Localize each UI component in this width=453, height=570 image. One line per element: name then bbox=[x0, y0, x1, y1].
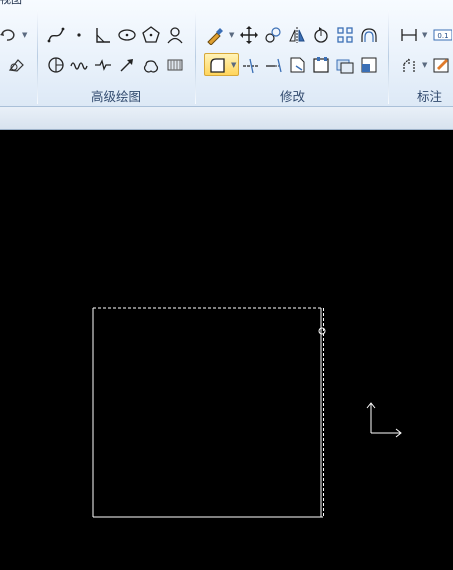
explode-icon[interactable] bbox=[334, 54, 356, 76]
array-icon[interactable] bbox=[334, 24, 356, 46]
copy-objects-icon[interactable] bbox=[262, 24, 284, 46]
chevron-down-icon[interactable]: ▼ bbox=[231, 61, 236, 69]
text-edit-icon[interactable] bbox=[431, 54, 453, 76]
group-label-modify: 修改 bbox=[280, 89, 306, 104]
fillet-icon[interactable] bbox=[206, 54, 228, 76]
shape-erase-icon[interactable] bbox=[5, 54, 27, 76]
point-icon[interactable] bbox=[68, 24, 90, 46]
offset-icon[interactable] bbox=[358, 24, 380, 46]
chevron-down-icon[interactable]: ▼ bbox=[229, 31, 234, 39]
spline-icon[interactable] bbox=[45, 24, 67, 46]
scale-icon[interactable] bbox=[310, 54, 332, 76]
polygon-icon[interactable] bbox=[140, 24, 162, 46]
group-separator bbox=[388, 10, 389, 104]
drawn-rectangle[interactable] bbox=[92, 307, 326, 518]
midpoint-grip-icon bbox=[318, 327, 326, 335]
group-separator bbox=[37, 10, 38, 104]
undo-icon[interactable] bbox=[0, 24, 20, 46]
canvas-svg bbox=[92, 307, 402, 518]
ribbon-bottom-bar bbox=[0, 107, 453, 130]
chevron-down-icon[interactable]: ▼ bbox=[22, 31, 27, 39]
mirror-icon[interactable] bbox=[286, 24, 308, 46]
angle-icon[interactable] bbox=[92, 24, 114, 46]
ribbon: 视图 ▼ 高级绘图 bbox=[0, 0, 453, 107]
stretch-icon[interactable] bbox=[286, 54, 308, 76]
arrow-icon[interactable] bbox=[116, 54, 138, 76]
circle-segment-icon[interactable] bbox=[45, 54, 67, 76]
extend-icon[interactable] bbox=[263, 54, 285, 76]
tolerance-icon[interactable]: 0.1 bbox=[431, 24, 453, 46]
drawing-canvas[interactable] bbox=[0, 130, 453, 570]
ucs-axis-icon bbox=[366, 402, 402, 438]
rotate-icon[interactable] bbox=[310, 24, 332, 46]
group-label-annotate: 标注 bbox=[417, 89, 443, 104]
move-icon[interactable] bbox=[238, 24, 260, 46]
match-properties-icon[interactable] bbox=[204, 24, 226, 46]
hatch-block-icon[interactable] bbox=[164, 54, 186, 76]
draw-order-icon[interactable] bbox=[358, 54, 380, 76]
group-label-advanced-draw: 高级绘图 bbox=[91, 89, 142, 104]
linear-dimension-icon[interactable] bbox=[398, 24, 420, 46]
chevron-down-icon[interactable]: ▼ bbox=[422, 61, 427, 69]
cloud-line-icon[interactable] bbox=[140, 54, 162, 76]
wave-icon[interactable] bbox=[68, 54, 90, 76]
chevron-down-icon[interactable]: ▼ bbox=[422, 31, 427, 39]
ellipse-icon[interactable] bbox=[116, 24, 138, 46]
tab-view[interactable]: 视图 bbox=[0, 0, 22, 7]
break-line-icon[interactable] bbox=[92, 54, 114, 76]
person-icon[interactable] bbox=[164, 24, 186, 46]
svg-text:0.1: 0.1 bbox=[437, 32, 448, 40]
ordinate-dimension-icon[interactable] bbox=[398, 54, 420, 76]
group-separator bbox=[195, 10, 196, 104]
trim-icon[interactable] bbox=[240, 54, 262, 76]
